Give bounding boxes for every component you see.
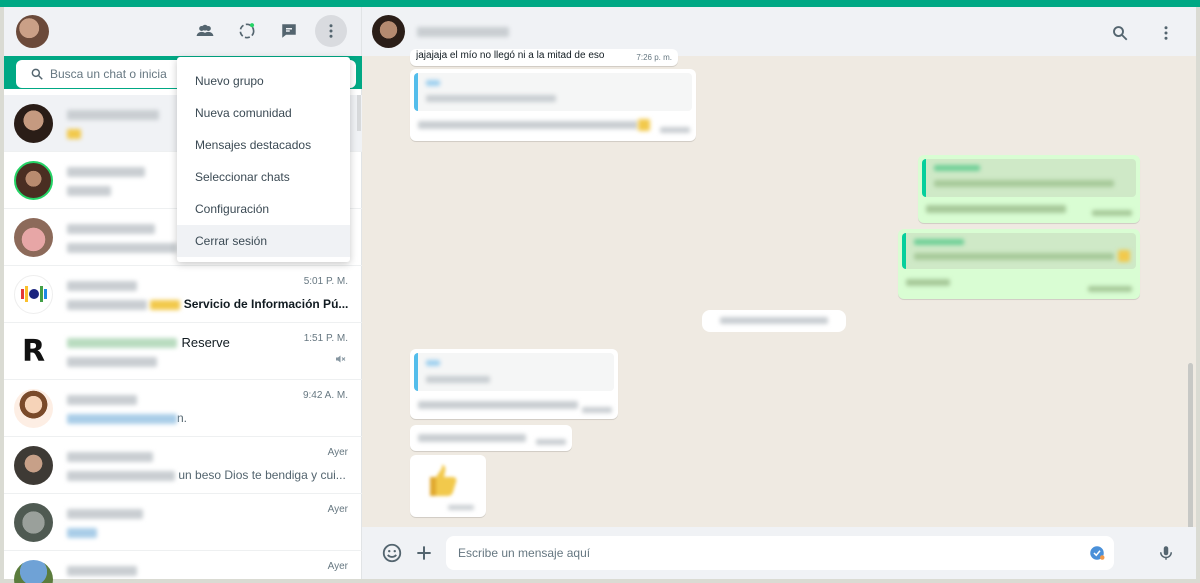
microphone-icon[interactable]	[1150, 537, 1182, 569]
chat-time: Ayer	[327, 504, 348, 515]
avatar: R	[14, 331, 53, 371]
avatar	[14, 445, 53, 485]
chat-time: Ayer	[327, 447, 348, 458]
chat-list-panel: Busca un chat o inicia Servicio de Infor…	[4, 7, 362, 583]
contact-avatar[interactable]	[372, 15, 405, 48]
chat-time: 9:42 A. M.	[302, 390, 348, 401]
search-input[interactable]: Busca un chat o inicia	[50, 67, 167, 81]
profile-avatar[interactable]	[16, 15, 49, 48]
avatar	[14, 388, 53, 428]
message-bubble[interactable]: jajajaja el mío no llegó ni a la mitad d…	[410, 49, 678, 66]
compose-bar: Escribe un mensaje aquí	[362, 527, 1196, 579]
menu-item-logout[interactable]: Cerrar sesión	[177, 225, 350, 257]
whatsapp-window: Busca un chat o inicia Servicio de Infor…	[4, 7, 1196, 583]
list-item[interactable]: R Reserve 1:51 P. M.	[4, 323, 362, 380]
emoji-icon[interactable]	[376, 537, 408, 569]
avatar	[14, 103, 53, 143]
chat-list-scrollbar[interactable]	[357, 95, 361, 131]
chat-time: Ayer	[327, 561, 348, 572]
message-bubble-outgoing[interactable]	[918, 155, 1140, 223]
sticker-message[interactable]	[410, 455, 486, 517]
search-icon	[31, 68, 43, 80]
communities-icon[interactable]	[189, 15, 221, 47]
message-bubble-outgoing[interactable]	[898, 229, 1140, 299]
message-bubble[interactable]	[410, 69, 696, 141]
quoted-message[interactable]	[414, 353, 614, 391]
context-menu: Nuevo grupo Nueva comunidad Mensajes des…	[177, 57, 350, 262]
new-chat-icon[interactable]	[273, 15, 305, 47]
message-bubble[interactable]	[410, 349, 618, 419]
message-input[interactable]: Escribe un mensaje aquí	[446, 536, 1114, 570]
menu-item-new-community[interactable]: Nueva comunidad	[177, 97, 350, 129]
list-item[interactable]: Ayer	[4, 551, 362, 583]
menu-icon[interactable]	[315, 15, 347, 47]
avatar	[14, 274, 53, 314]
menu-item-new-group[interactable]: Nuevo grupo	[177, 65, 350, 97]
avatar	[14, 502, 53, 542]
status-icon[interactable]	[231, 15, 263, 47]
search-messages-icon[interactable]	[1104, 17, 1136, 49]
date-separator	[702, 310, 846, 332]
muted-icon	[336, 355, 346, 363]
contact-name	[417, 26, 509, 37]
avatar	[14, 217, 53, 257]
quoted-message[interactable]	[414, 73, 692, 111]
conversation-panel: jajajaja el mío no llegó ni a la mitad d…	[362, 7, 1196, 579]
list-item[interactable]: un beso Dios te bendiga y cui... Ayer	[4, 437, 362, 494]
chat-time: 5:01 P. M.	[303, 276, 348, 287]
list-item[interactable]: Servicio de Información Pú... 5:01 P. M.	[4, 266, 362, 323]
avatar	[14, 160, 53, 200]
attach-plus-icon[interactable]	[408, 537, 440, 569]
message-bubble[interactable]	[410, 425, 572, 451]
conversation-scrollbar[interactable]	[1188, 363, 1193, 533]
conversation-menu-icon[interactable]	[1150, 17, 1182, 49]
extension-badge-icon	[1090, 546, 1105, 560]
quoted-message[interactable]	[902, 233, 1136, 269]
list-item[interactable]: n. 9:42 A. M.	[4, 380, 362, 437]
list-item[interactable]: Ayer	[4, 494, 362, 551]
avatar	[14, 559, 53, 583]
menu-item-settings[interactable]: Configuración	[177, 193, 350, 225]
left-header	[4, 7, 361, 56]
quoted-message[interactable]	[922, 159, 1136, 197]
chat-time: 1:51 P. M.	[303, 333, 348, 344]
menu-item-select-chats[interactable]: Seleccionar chats	[177, 161, 350, 193]
top-accent-band	[0, 0, 1200, 7]
thumbs-up-icon	[430, 465, 457, 496]
menu-item-starred-messages[interactable]: Mensajes destacados	[177, 129, 350, 161]
